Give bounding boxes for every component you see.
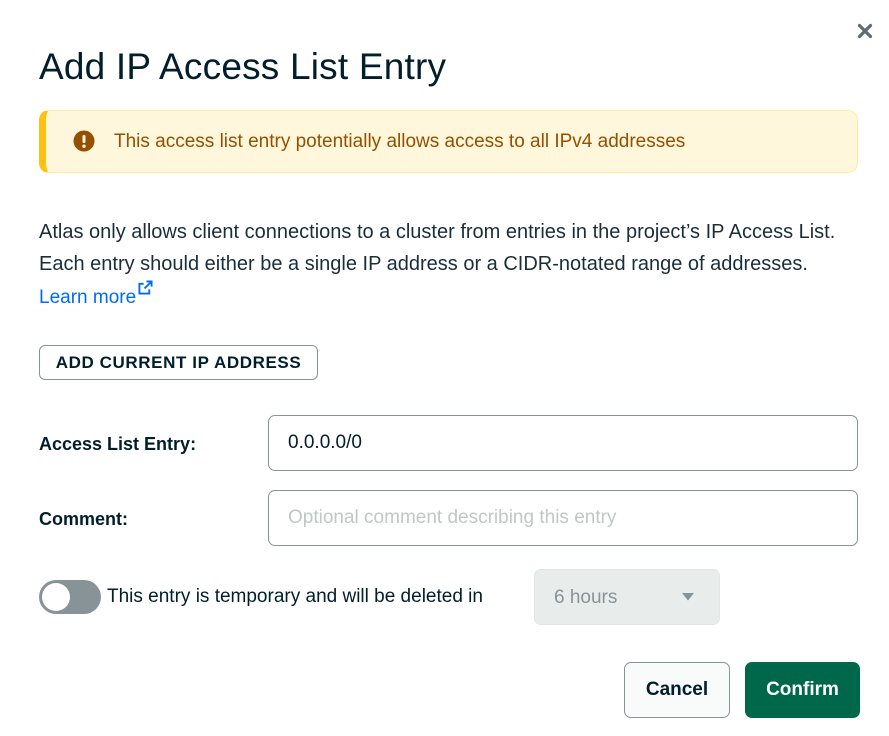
- warning-banner-text: This access list entry potentially allow…: [114, 131, 686, 152]
- warning-icon: [73, 130, 95, 152]
- temporary-entry-text: This entry is temporary and will be dele…: [107, 586, 483, 607]
- dialog-title: Add IP Access List Entry: [39, 46, 447, 87]
- access-list-entry-label: Access List Entry:: [39, 434, 197, 454]
- duration-select[interactable]: 6 hours: [534, 569, 720, 625]
- access-list-entry-input[interactable]: [268, 415, 858, 471]
- learn-more-label: Learn more: [39, 287, 137, 308]
- toggle-knob: [42, 583, 70, 611]
- temporary-entry-toggle[interactable]: [39, 580, 101, 614]
- warning-banner: This access list entry potentially allow…: [39, 110, 858, 173]
- description-text: Atlas only allows client connections to …: [39, 221, 836, 275]
- learn-more-link[interactable]: Learn more: [39, 280, 153, 308]
- cancel-button[interactable]: Cancel: [624, 662, 730, 718]
- comment-input[interactable]: [268, 490, 858, 546]
- add-current-ip-button[interactable]: ADD CURRENT IP ADDRESS: [39, 345, 318, 380]
- caret-down-icon: [682, 593, 694, 601]
- description: Atlas only allows client connections to …: [39, 216, 859, 314]
- external-link-icon: [138, 280, 153, 295]
- close-button[interactable]: [852, 18, 878, 44]
- close-icon: [857, 23, 873, 39]
- duration-select-value: 6 hours: [554, 587, 618, 608]
- comment-label: Comment:: [39, 509, 128, 529]
- confirm-button[interactable]: Confirm: [745, 662, 860, 718]
